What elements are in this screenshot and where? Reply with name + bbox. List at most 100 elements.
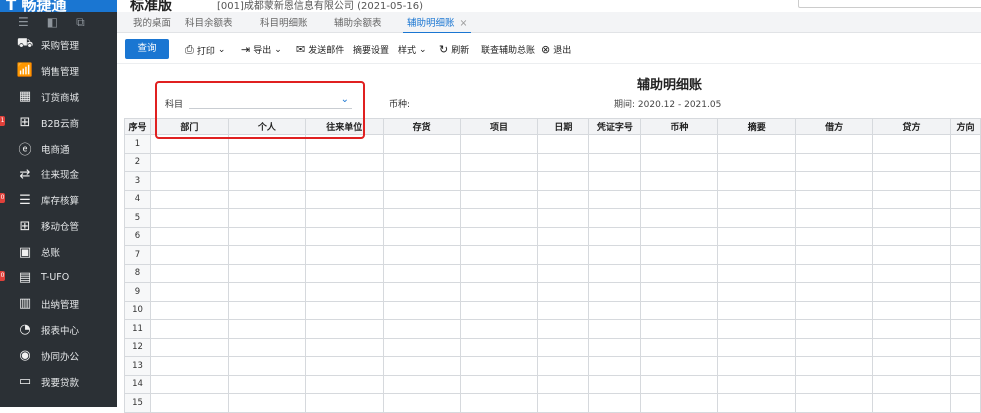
table-cell[interactable] [537, 226, 590, 246]
table-cell[interactable] [382, 134, 461, 154]
table-cell[interactable] [537, 319, 590, 339]
table-cell[interactable] [149, 171, 229, 191]
table-cell[interactable] [640, 282, 719, 302]
column-header[interactable]: 存货 [382, 118, 461, 135]
menu-icon[interactable]: ☰ [18, 15, 29, 29]
table-cell[interactable] [872, 337, 951, 357]
table-cell[interactable] [640, 319, 719, 339]
table-cell[interactable] [717, 282, 797, 302]
table-cell[interactable] [872, 245, 951, 265]
table-row[interactable]: 4 [124, 189, 981, 209]
table-cell[interactable] [149, 319, 229, 339]
table-cell[interactable] [717, 134, 797, 154]
table-cell[interactable] [227, 337, 306, 357]
table-cell[interactable] [588, 337, 642, 357]
table-cell[interactable] [640, 152, 719, 172]
table-cell[interactable] [459, 393, 539, 413]
table-cell[interactable] [872, 263, 951, 283]
table-cell[interactable] [459, 189, 539, 209]
table-cell[interactable] [949, 282, 981, 302]
table-cell[interactable] [795, 374, 874, 394]
table-cell[interactable] [537, 208, 590, 228]
table-cell[interactable] [382, 226, 461, 246]
table-cell[interactable] [588, 282, 642, 302]
table-cell[interactable] [949, 245, 981, 265]
table-cell[interactable] [382, 152, 461, 172]
sidebar-item[interactable]: ◉ 协同办公 [0, 343, 117, 369]
table-cell[interactable] [382, 171, 461, 191]
table-cell[interactable] [872, 226, 951, 246]
table-cell[interactable] [795, 337, 874, 357]
sidebar-item[interactable]: ◔ 报表中心 [0, 317, 117, 343]
table-cell[interactable] [588, 300, 642, 320]
exit-button[interactable]: ⊗ 退出 [541, 43, 571, 56]
table-cell[interactable] [304, 208, 384, 228]
table-cell[interactable] [304, 319, 384, 339]
table-cell[interactable] [459, 134, 539, 154]
table-cell[interactable] [872, 134, 951, 154]
style-button[interactable]: 样式 ⌄ [398, 43, 427, 57]
table-cell[interactable] [459, 282, 539, 302]
table-row[interactable]: 6 [124, 226, 981, 246]
table-cell[interactable] [227, 393, 306, 413]
column-header[interactable]: 贷方 [872, 118, 951, 135]
table-cell[interactable] [588, 152, 642, 172]
table-row[interactable]: 9 [124, 282, 981, 302]
table-cell[interactable] [949, 300, 981, 320]
table-cell[interactable] [382, 282, 461, 302]
table-cell[interactable] [949, 208, 981, 228]
sidebar-item[interactable]: ▦ 订货商城 [0, 84, 117, 110]
tab-aux-balance[interactable]: 辅助余额表 [334, 15, 382, 32]
table-cell[interactable] [149, 226, 229, 246]
table-cell[interactable] [459, 152, 539, 172]
table-cell[interactable] [872, 356, 951, 376]
table-cell[interactable] [588, 208, 642, 228]
table-cell[interactable] [949, 171, 981, 191]
table-row[interactable]: 15 [124, 393, 981, 413]
table-cell[interactable] [717, 189, 797, 209]
table-cell[interactable] [304, 337, 384, 357]
table-cell[interactable] [304, 374, 384, 394]
sidebar-item[interactable]: ⊞ 移动仓管 [0, 213, 117, 239]
table-cell[interactable] [872, 189, 951, 209]
sidebar-item[interactable]: ⇄ 往来现金 [0, 161, 117, 187]
table-cell[interactable] [227, 171, 306, 191]
table-cell[interactable] [795, 226, 874, 246]
table-cell[interactable] [459, 374, 539, 394]
table-cell[interactable] [717, 245, 797, 265]
table-cell[interactable] [640, 189, 719, 209]
table-cell[interactable] [640, 171, 719, 191]
table-cell[interactable] [588, 245, 642, 265]
refresh-button[interactable]: ↻ 刷新 [439, 43, 469, 56]
table-cell[interactable] [717, 208, 797, 228]
table-cell[interactable] [717, 171, 797, 191]
table-cell[interactable] [537, 134, 590, 154]
table-cell[interactable] [795, 189, 874, 209]
table-cell[interactable] [149, 152, 229, 172]
table-cell[interactable] [227, 263, 306, 283]
table-row[interactable]: 5 [124, 208, 981, 228]
table-cell[interactable] [795, 263, 874, 283]
table-cell[interactable] [227, 189, 306, 209]
table-cell[interactable] [795, 134, 874, 154]
table-cell[interactable] [717, 263, 797, 283]
table-cell[interactable] [227, 152, 306, 172]
table-cell[interactable] [588, 171, 642, 191]
link-aux-ledger-button[interactable]: 联查辅助总账 [481, 43, 535, 56]
table-cell[interactable] [537, 152, 590, 172]
table-cell[interactable] [537, 189, 590, 209]
sidebar-item[interactable]: 📶 销售管理 [0, 58, 117, 84]
table-cell[interactable] [717, 356, 797, 376]
table-cell[interactable] [588, 134, 642, 154]
search-input[interactable] [798, 0, 981, 8]
tab-aux-detail[interactable]: 辅助明细账 × [403, 15, 472, 34]
table-cell[interactable] [588, 393, 642, 413]
table-cell[interactable] [717, 300, 797, 320]
table-cell[interactable] [949, 319, 981, 339]
query-button[interactable]: 查询 [125, 39, 169, 59]
table-row[interactable]: 13 [124, 356, 981, 376]
export-button[interactable]: ⇥ 导出 ⌄ [241, 43, 282, 56]
table-row[interactable]: 3 [124, 171, 981, 191]
table-cell[interactable] [537, 374, 590, 394]
table-cell[interactable] [149, 263, 229, 283]
